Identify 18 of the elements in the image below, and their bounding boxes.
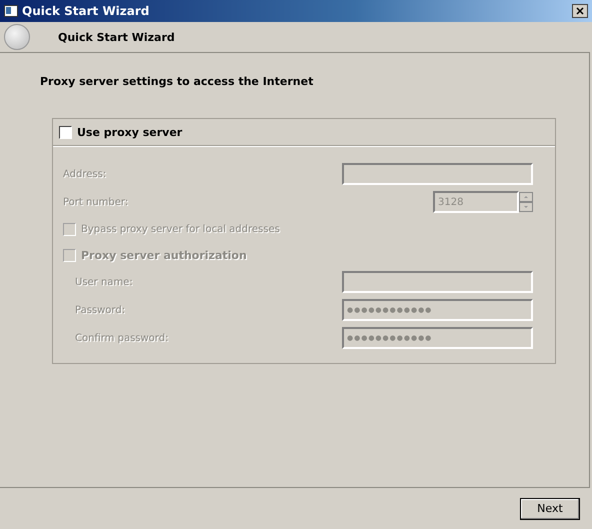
close-button[interactable] bbox=[572, 4, 588, 18]
back-button[interactable] bbox=[4, 24, 30, 50]
window-title: Quick Start Wizard bbox=[22, 4, 150, 18]
checkbox-label: Bypass proxy server for local addresses bbox=[81, 224, 280, 234]
wizard-title: Quick Start Wizard bbox=[58, 30, 175, 44]
field-label: Port number: bbox=[63, 196, 128, 208]
spin-arrows-icon[interactable] bbox=[519, 192, 533, 212]
checkbox[interactable] bbox=[59, 126, 72, 138]
close-icon bbox=[576, 7, 584, 15]
field-label: Address: bbox=[63, 168, 106, 180]
field-label: Confirm password: bbox=[75, 332, 168, 344]
page-title: Proxy server settings to access the Internet bbox=[40, 75, 314, 88]
checkbox-label: Use proxy server bbox=[77, 126, 182, 138]
window-icon bbox=[4, 5, 18, 17]
field-label: Password: bbox=[75, 304, 126, 316]
next-button[interactable]: Next bbox=[520, 498, 580, 520]
checkbox-label: Proxy server authorization bbox=[81, 248, 247, 262]
field-label: User name: bbox=[75, 276, 133, 288]
